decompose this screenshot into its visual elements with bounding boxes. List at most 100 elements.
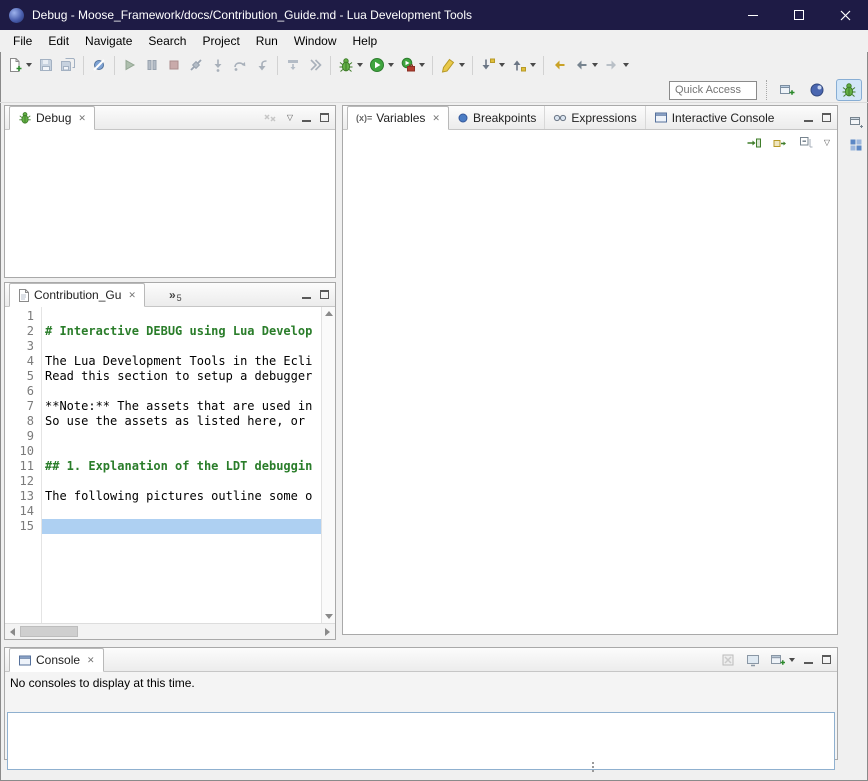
minimize-view-icon[interactable]	[302, 114, 311, 122]
minimized-view-stack-button[interactable]	[845, 134, 866, 155]
save-button[interactable]	[35, 54, 57, 76]
code-line[interactable]: The Lua Development Tools in the Ecli	[42, 354, 321, 369]
suspend-button[interactable]	[141, 54, 163, 76]
run-dropdown-icon[interactable]	[388, 63, 394, 67]
show-type-names-icon[interactable]	[746, 135, 762, 151]
statusbar-grip[interactable]	[592, 762, 594, 772]
close-tab-icon[interactable]: ✕	[432, 113, 440, 124]
perspective-ldt-button[interactable]	[804, 79, 830, 101]
maximize-button[interactable]	[776, 0, 822, 30]
code-line[interactable]	[42, 474, 321, 489]
close-button[interactable]	[822, 0, 868, 30]
collapse-all-icon[interactable]	[798, 135, 814, 151]
code-line[interactable]: ## 1. Explanation of the LDT debuggin	[42, 459, 321, 474]
step-return-button[interactable]	[251, 54, 273, 76]
menu-window[interactable]: Window	[286, 32, 345, 50]
maximize-view-icon[interactable]	[822, 113, 831, 122]
vertical-scrollbar[interactable]	[321, 307, 335, 623]
mark-occurrences-button[interactable]	[437, 54, 468, 76]
code-line[interactable]: **Note:** The assets that are used in	[42, 399, 321, 414]
minimize-view-icon[interactable]	[302, 291, 311, 299]
tab-debug-view[interactable]: Debug ✕	[9, 106, 95, 130]
scrollbar-thumb[interactable]	[20, 626, 78, 637]
code-line[interactable]: So use the assets as listed here, or	[42, 414, 321, 429]
menu-help[interactable]: Help	[345, 32, 386, 50]
console-text-viewer[interactable]	[7, 712, 835, 770]
new-button[interactable]	[4, 54, 35, 76]
menu-file[interactable]: File	[5, 32, 40, 50]
previous-annotation-dropdown-icon[interactable]	[530, 63, 536, 67]
mark-occurrences-dropdown-icon[interactable]	[459, 63, 465, 67]
tab-console[interactable]: Console ✕	[9, 648, 104, 672]
next-annotation-dropdown-icon[interactable]	[499, 63, 505, 67]
previous-annotation-button[interactable]	[508, 54, 539, 76]
forward-dropdown-icon[interactable]	[623, 63, 629, 67]
code-line[interactable]	[42, 519, 321, 534]
code-line[interactable]: The following pictures outline some o	[42, 489, 321, 504]
forward-button[interactable]	[601, 54, 632, 76]
code-line[interactable]	[42, 504, 321, 519]
minimize-view-icon[interactable]	[804, 114, 813, 122]
menu-search[interactable]: Search	[140, 32, 194, 50]
tab-breakpoints[interactable]: Breakpoints	[449, 106, 544, 129]
step-over-button[interactable]	[229, 54, 251, 76]
debug-button[interactable]	[335, 54, 366, 76]
minimize-button[interactable]	[730, 0, 776, 30]
close-tab-icon[interactable]: ✕	[128, 290, 136, 301]
scroll-down-icon[interactable]	[325, 614, 333, 619]
code-line[interactable]: # Interactive DEBUG using Lua Develop	[42, 324, 321, 339]
tab-contribution-guide[interactable]: Contribution_Gu ✕	[9, 283, 145, 307]
maximize-view-icon[interactable]	[822, 655, 831, 664]
horizontal-scrollbar[interactable]	[5, 623, 335, 639]
clear-console-icon[interactable]	[720, 652, 736, 668]
tab-interactive-console[interactable]: Interactive Console	[645, 106, 783, 129]
quick-access-input[interactable]	[669, 81, 757, 100]
close-tab-icon[interactable]: ✕	[87, 655, 95, 666]
back-button[interactable]	[570, 54, 601, 76]
code-line[interactable]	[42, 444, 321, 459]
code-line[interactable]	[42, 384, 321, 399]
last-edit-location-button[interactable]	[548, 54, 570, 76]
view-menu-icon[interactable]: ▽	[287, 114, 293, 122]
maximize-view-icon[interactable]	[320, 290, 329, 299]
external-tools-dropdown-icon[interactable]	[419, 63, 425, 67]
menu-run[interactable]: Run	[248, 32, 286, 50]
tab-expressions[interactable]: Expressions	[544, 106, 644, 129]
code-line[interactable]: Read this section to setup a debugger	[42, 369, 321, 384]
save-all-button[interactable]	[57, 54, 79, 76]
open-console-dropdown-icon[interactable]	[789, 658, 795, 662]
code-line[interactable]	[42, 339, 321, 354]
next-annotation-button[interactable]	[477, 54, 508, 76]
show-logical-structures-icon[interactable]	[772, 135, 788, 151]
menu-project[interactable]: Project	[194, 32, 247, 50]
skip-all-breakpoints-button[interactable]	[88, 54, 110, 76]
back-dropdown-icon[interactable]	[592, 63, 598, 67]
minimize-view-icon[interactable]	[804, 656, 813, 664]
run-button[interactable]	[366, 54, 397, 76]
tab-variables[interactable]: (x)= Variables ✕	[347, 106, 449, 130]
code-line[interactable]	[42, 429, 321, 444]
use-step-filters-button[interactable]	[304, 54, 326, 76]
close-tab-icon[interactable]: ✕	[78, 113, 86, 124]
scroll-up-icon[interactable]	[325, 311, 333, 316]
code-area[interactable]: # Interactive DEBUG using Lua Develop The…	[42, 307, 321, 623]
code-line[interactable]	[42, 309, 321, 324]
terminate-button[interactable]	[163, 54, 185, 76]
resume-button[interactable]	[119, 54, 141, 76]
maximize-view-icon[interactable]	[320, 113, 329, 122]
view-menu-icon[interactable]: ▽	[824, 139, 830, 147]
scroll-left-icon[interactable]	[10, 628, 15, 636]
variables-view-content[interactable]	[343, 156, 837, 634]
display-selected-console-icon[interactable]	[745, 652, 761, 668]
restore-minimized-view-button[interactable]	[845, 110, 866, 131]
step-into-button[interactable]	[207, 54, 229, 76]
perspective-debug-button[interactable]	[836, 79, 862, 101]
open-perspective-button[interactable]	[776, 79, 798, 101]
scroll-right-icon[interactable]	[325, 628, 330, 636]
menu-navigate[interactable]: Navigate	[77, 32, 140, 50]
new-dropdown-icon[interactable]	[26, 63, 32, 67]
hidden-editors-chevron[interactable]: » 5	[161, 283, 190, 306]
debug-view-content[interactable]	[5, 130, 335, 277]
open-console-button[interactable]	[770, 652, 795, 668]
debug-dropdown-icon[interactable]	[357, 63, 363, 67]
